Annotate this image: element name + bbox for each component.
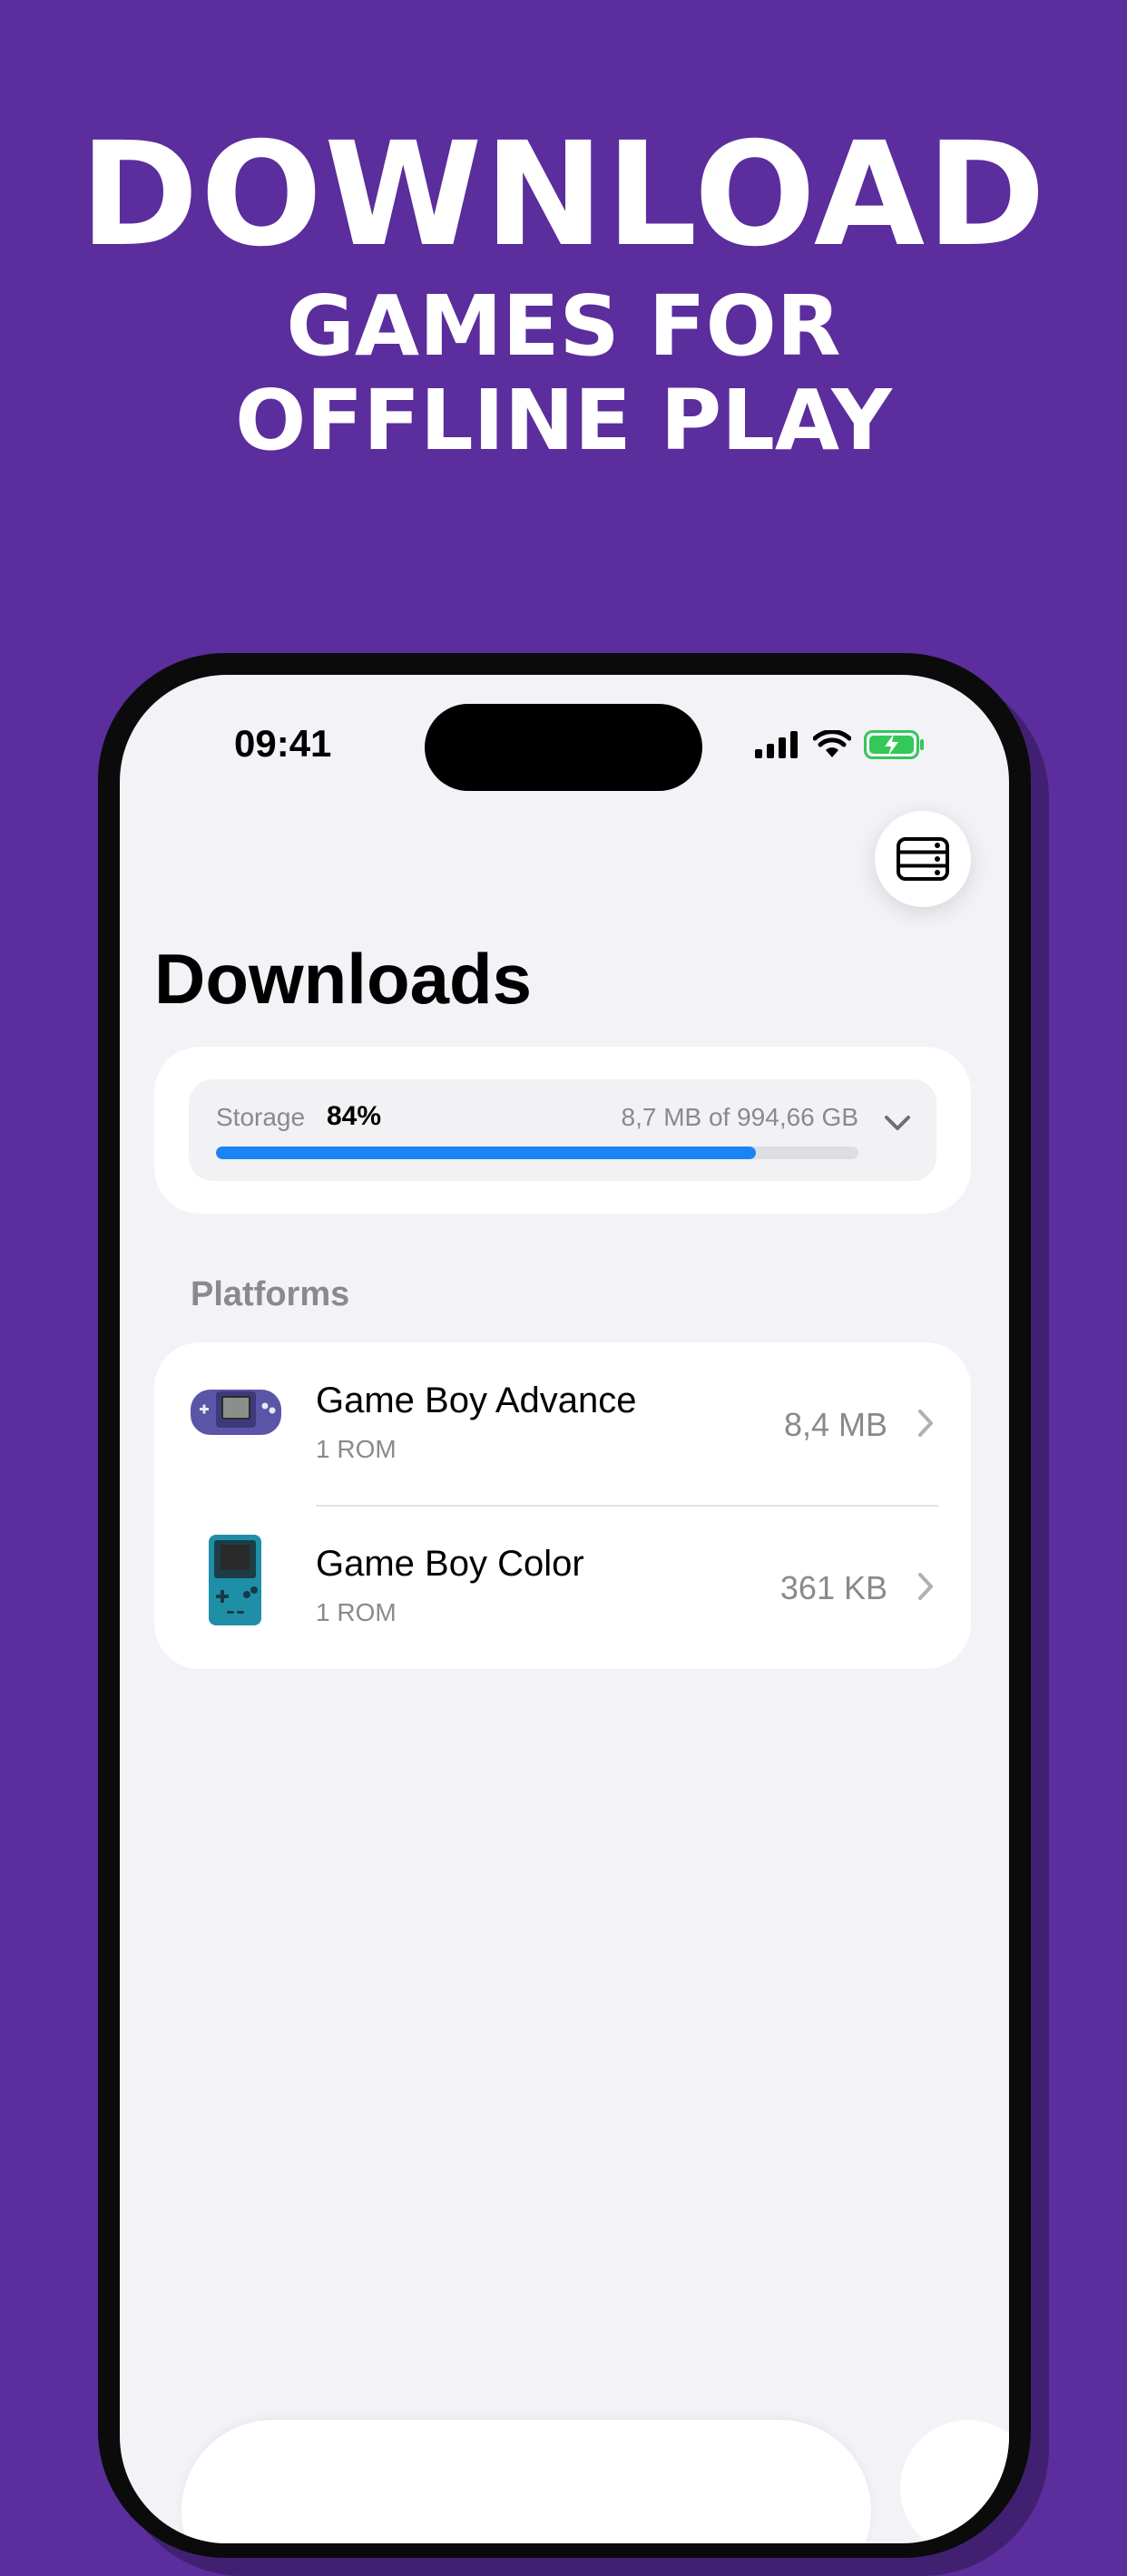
headline-subtitle-line1: GAMES FOR xyxy=(286,278,841,375)
storage-size: 8,7 MB of 994,66 GB xyxy=(621,1103,859,1131)
storage-percent: 84% xyxy=(327,1101,382,1131)
phone-screen: 09:41 Downloads Storage 84% 8,7 MB of 99… xyxy=(120,675,1009,2543)
game-boy-color-icon xyxy=(209,1535,261,1625)
platform-name: Game Boy Advance xyxy=(316,1381,637,1420)
platform-size: 361 KB xyxy=(779,1569,887,1606)
storage-label: Storage xyxy=(216,1103,306,1131)
platforms-list: Game Boy Advance 1 ROM 8,4 MB Game Boy C… xyxy=(154,1342,971,1669)
chevron-right-icon xyxy=(918,1573,933,1600)
cellular-signal-icon xyxy=(755,731,798,758)
server-stack-icon xyxy=(897,837,949,881)
storage-settings-button[interactable] xyxy=(875,811,971,907)
storage-progress-bar xyxy=(216,1147,858,1159)
status-icons xyxy=(755,729,926,760)
promo-headline: DOWNLOAD GAMES FOR OFFLINE PLAY xyxy=(0,118,1127,468)
platform-rom-count: 1 ROM xyxy=(316,1598,397,1626)
chevron-right-icon xyxy=(918,1410,933,1437)
status-time: 09:41 xyxy=(234,722,332,765)
dynamic-island xyxy=(425,704,702,791)
storage-summary[interactable]: Storage 84% 8,7 MB of 994,66 GB xyxy=(189,1079,936,1181)
headline-subtitle-line2: OFFLINE PLAY xyxy=(235,372,892,469)
platform-size: 8,4 MB xyxy=(783,1406,887,1443)
page-title: Downloads xyxy=(154,939,533,1019)
platform-rom-count: 1 ROM xyxy=(316,1435,397,1463)
platforms-section-label: Platforms xyxy=(191,1275,350,1313)
storage-card: Storage 84% 8,7 MB of 994,66 GB xyxy=(154,1047,971,1214)
wifi-icon xyxy=(813,730,851,757)
platform-row-gbc[interactable]: Game Boy Color 1 ROM 361 KB xyxy=(154,1506,971,1669)
tab-bar-search-button[interactable] xyxy=(900,2420,1009,2543)
platform-name: Game Boy Color xyxy=(316,1544,584,1584)
chevron-down-icon[interactable] xyxy=(884,1114,911,1132)
storage-progress-fill xyxy=(216,1147,756,1159)
battery-charging-icon xyxy=(864,730,924,759)
game-boy-advance-icon xyxy=(191,1390,281,1435)
platform-row-gba[interactable]: Game Boy Advance 1 ROM 8,4 MB xyxy=(154,1342,971,1507)
tab-bar[interactable] xyxy=(181,2420,871,2543)
headline-title: DOWNLOAD xyxy=(79,112,1048,278)
